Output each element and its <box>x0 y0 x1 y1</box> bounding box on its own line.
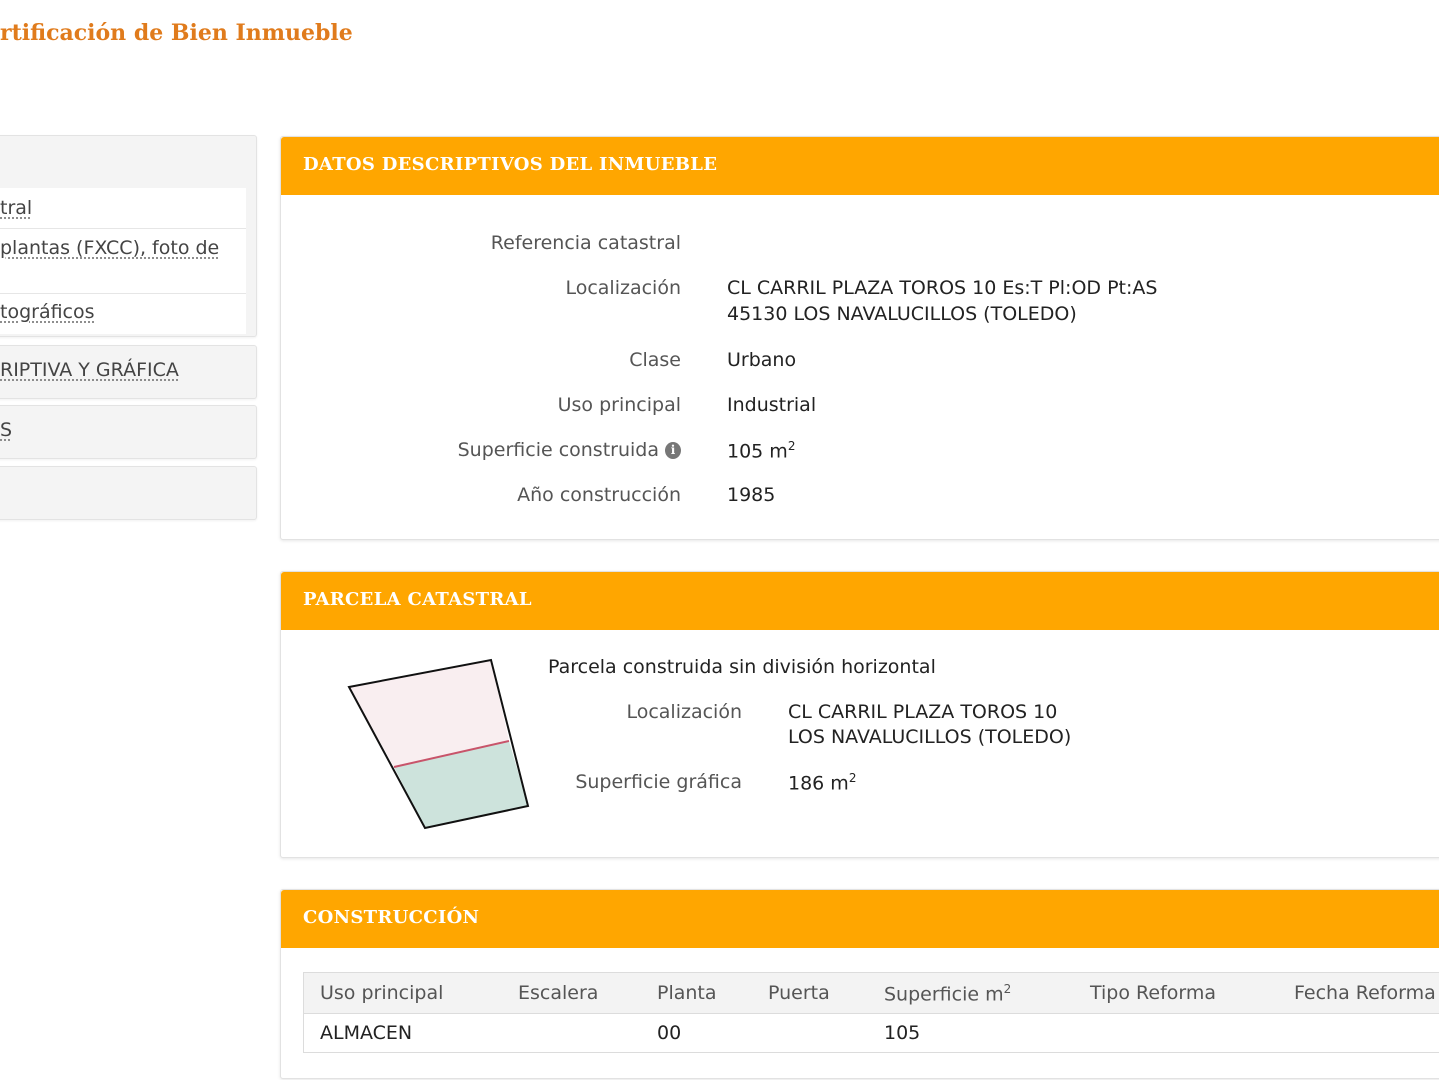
column-header: Planta <box>657 982 717 1004</box>
field-value: CL CARRIL PLAZA TOROS 10 <box>788 701 1058 723</box>
sidebar-item[interactable]: tral <box>0 188 246 229</box>
field-label: Localización <box>626 701 742 723</box>
value-number: 186 m <box>788 772 849 795</box>
field-value: 1985 <box>727 484 776 506</box>
sidebar-item-label[interactable]: tral <box>0 197 32 219</box>
field-value-line2: LOS NAVALUCILLOS (TOLEDO) <box>788 726 1072 748</box>
sidebar-section[interactable]: RIPTIVA Y GRÁFICA <box>0 345 257 399</box>
column-header: Tipo Reforma <box>1090 982 1217 1004</box>
column-header-text: Superficie m <box>884 983 1004 1006</box>
sidebar-section[interactable]: S <box>0 405 257 459</box>
column-header: Puerta <box>768 982 830 1004</box>
column-header: Escalera <box>518 982 599 1004</box>
field-label: Clase <box>629 349 681 371</box>
field-label: Referencia catastral <box>490 232 681 254</box>
info-icon[interactable]: i <box>665 442 681 459</box>
unit-superscript: 2 <box>787 439 796 453</box>
table-cell: 00 <box>657 1022 682 1044</box>
panel-header: DATOS DESCRIPTIVOS DEL INMUEBLE <box>281 137 1439 195</box>
sidebar-item[interactable]: plantas (FXCC), foto de <box>0 229 246 294</box>
unit-superscript: 2 <box>848 771 857 785</box>
panel-header: CONSTRUCCIÓN <box>281 890 1439 948</box>
parcela-subtitle: Parcela construida sin división horizont… <box>548 656 936 678</box>
field-value-line2: 45130 LOS NAVALUCILLOS (TOLEDO) <box>727 303 1077 325</box>
column-header: Uso principal <box>320 982 444 1004</box>
column-header: Fecha Reforma <box>1294 982 1436 1004</box>
table-cell: ALMACEN <box>320 1022 413 1044</box>
field-value: Urbano <box>727 349 797 371</box>
panel-title: DATOS DESCRIPTIVOS DEL INMUEBLE <box>303 154 718 175</box>
page-title: ertificación de Bien Inmueble <box>0 20 353 46</box>
parcel-map[interactable] <box>341 652 541 842</box>
field-label: Superficie gráfica <box>575 771 742 793</box>
field-value: CL CARRIL PLAZA TOROS 10 Es:T Pl:OD Pt:A… <box>727 277 1158 299</box>
datos-panel: DATOS DESCRIPTIVOS DEL INMUEBLE Referenc… <box>280 136 1439 540</box>
sidebar-group: tral plantas (FXCC), foto de tográficos <box>0 135 257 337</box>
parcela-panel: PARCELA CATASTRAL Parcela construida sin… <box>280 571 1439 858</box>
value-number: 105 m <box>727 440 788 463</box>
table-header-row: Uso principal Escalera Planta Puerta Sup… <box>304 973 1439 1014</box>
field-value: 186 m2 <box>788 771 856 794</box>
field-label-with-info: Superficie construida i <box>281 439 681 461</box>
construccion-panel: CONSTRUCCIÓN Uso principal Escalera Plan… <box>280 889 1439 1079</box>
sidebar-section-label[interactable]: S <box>0 419 12 441</box>
field-label: Año construcción <box>517 484 681 506</box>
sidebar-section[interactable] <box>0 466 257 520</box>
panel-header: PARCELA CATASTRAL <box>281 572 1439 630</box>
panel-title: CONSTRUCCIÓN <box>303 907 480 928</box>
table-cell: 105 <box>884 1022 921 1044</box>
sidebar-item-label[interactable]: tográficos <box>0 301 95 323</box>
unit-superscript: 2 <box>1003 982 1012 996</box>
table-row: ALMACEN 00 105 <box>304 1014 1439 1052</box>
sidebar-item-label[interactable]: plantas (FXCC), foto de <box>0 237 219 259</box>
sidebar-item[interactable]: tográficos <box>0 294 246 334</box>
sidebar-section-label[interactable]: RIPTIVA Y GRÁFICA <box>0 359 179 381</box>
field-label: Superficie construida <box>457 439 659 461</box>
field-value: 105 m2 <box>727 439 795 462</box>
construccion-table: Uso principal Escalera Planta Puerta Sup… <box>303 972 1439 1053</box>
column-header: Superficie m2 <box>884 982 1011 1005</box>
field-label: Localización <box>565 277 681 299</box>
panel-title: PARCELA CATASTRAL <box>303 589 532 610</box>
field-label: Uso principal <box>557 394 681 416</box>
field-value: Industrial <box>727 394 817 416</box>
